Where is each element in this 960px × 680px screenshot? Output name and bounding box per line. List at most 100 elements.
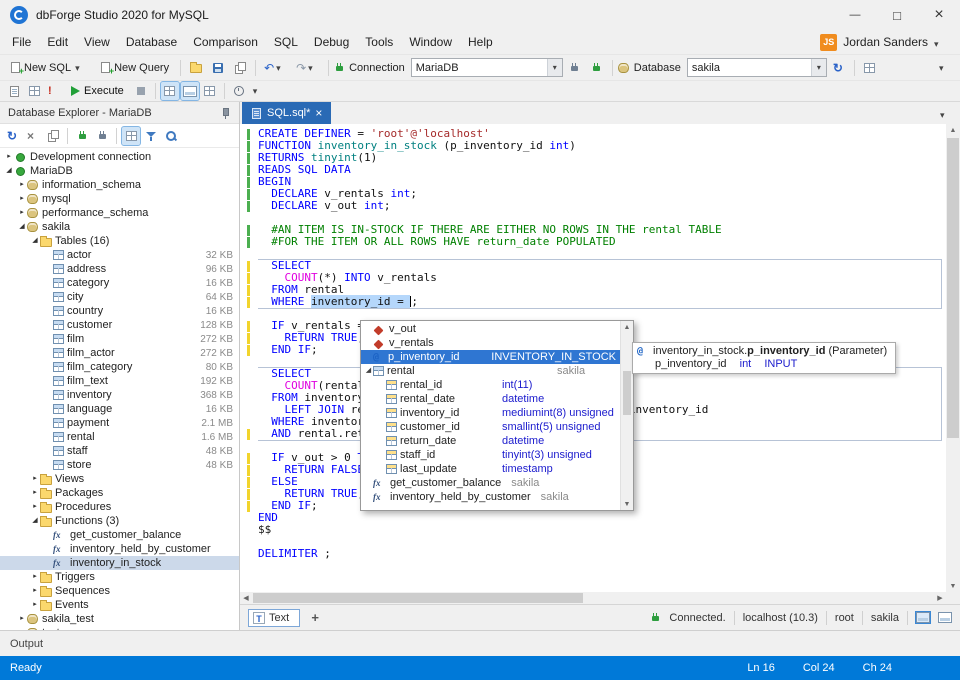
autocomplete-item-p_inventory_id[interactable]: p_inventory_idINVENTORY_IN_STOCK: [361, 350, 620, 364]
tab-sql-file[interactable]: SQL.sql*: [242, 102, 331, 124]
query-options-button[interactable]: [250, 82, 268, 100]
options-button[interactable]: [860, 58, 880, 78]
autocomplete-item-staff_id[interactable]: staff_idtinyint(3) unsigned: [361, 448, 620, 462]
toggle-outline-pane-button[interactable]: [201, 82, 219, 100]
tree-item-inventory-held-by-customer[interactable]: inventory_held_by_customer: [0, 542, 239, 556]
tree-item-address[interactable]: address96 KB: [0, 262, 239, 276]
document-outline-button[interactable]: [5, 82, 23, 100]
scroll-down-icon[interactable]: [621, 498, 633, 510]
tree-item-procedures[interactable]: ▸Procedures: [0, 500, 239, 514]
split-layout-button[interactable]: [938, 612, 952, 623]
tree-item-information-schema[interactable]: ▸information_schema: [0, 178, 239, 192]
add-view-button[interactable]: [308, 610, 322, 625]
tree-item-sakila[interactable]: ◢sakila: [0, 220, 239, 234]
menu-database[interactable]: Database: [118, 32, 185, 52]
tree-item-country[interactable]: country16 KB: [0, 304, 239, 318]
disconnect-button[interactable]: [93, 127, 111, 145]
menu-tools[interactable]: Tools: [357, 32, 401, 52]
menu-help[interactable]: Help: [460, 32, 501, 52]
scrollbar-thumb[interactable]: [947, 138, 959, 438]
refresh-database-button[interactable]: [829, 58, 849, 78]
tree-item-get-customer-balance[interactable]: get_customer_balance: [0, 528, 239, 542]
sql-editor[interactable]: CREATE DEFINER = 'root'@'localhost'FUNCT…: [240, 124, 960, 604]
scroll-up-icon[interactable]: [946, 124, 960, 136]
tree-item-inventory-in-stock[interactable]: inventory_in_stock: [0, 556, 239, 570]
save-button[interactable]: [208, 58, 228, 78]
pin-panel-button[interactable]: [215, 103, 235, 123]
combo-dropdown-icon[interactable]: [547, 59, 562, 76]
horizontal-scrollbar[interactable]: [240, 592, 946, 604]
maximize-button[interactable]: [876, 0, 918, 30]
toggle-editor-pane-button[interactable]: [181, 82, 199, 100]
menu-edit[interactable]: Edit: [39, 32, 76, 52]
minimize-button[interactable]: [834, 0, 876, 30]
close-tab-icon[interactable]: [315, 107, 322, 120]
show-options-toggle[interactable]: [122, 127, 140, 145]
tree-item-development-connection[interactable]: ▸Development connection: [0, 150, 239, 164]
scrollbar-thumb[interactable]: [623, 371, 631, 415]
new-query-button[interactable]: New Query: [95, 60, 175, 76]
tree-item-mariadb[interactable]: ◢MariaDB: [0, 164, 239, 178]
refresh-button[interactable]: [4, 127, 22, 145]
scrollbar-thumb[interactable]: [253, 593, 583, 603]
output-tab-label[interactable]: Output: [10, 638, 43, 650]
tree-item-store[interactable]: store48 KB: [0, 458, 239, 472]
tree-item-events[interactable]: ▸Events: [0, 598, 239, 612]
undo-button[interactable]: [261, 58, 291, 78]
autocomplete-item-v_out[interactable]: v_out: [361, 322, 620, 336]
autocomplete-item-inventory_id[interactable]: inventory_idmediumint(8) unsigned: [361, 406, 620, 420]
stop-refresh-button[interactable]: [24, 127, 42, 145]
tree-item-category[interactable]: category16 KB: [0, 276, 239, 290]
new-connection-button[interactable]: [565, 58, 585, 78]
query-history-button[interactable]: [230, 82, 248, 100]
scroll-up-icon[interactable]: [621, 321, 633, 333]
connection-combobox[interactable]: MariaDB: [411, 58, 563, 77]
autocomplete-item-v_rentals[interactable]: v_rentals: [361, 336, 620, 350]
output-panel[interactable]: Output: [0, 630, 960, 656]
tree-item-city[interactable]: city64 KB: [0, 290, 239, 304]
redo-button[interactable]: [293, 58, 323, 78]
tree-item-film-text[interactable]: film_text192 KB: [0, 374, 239, 388]
menu-file[interactable]: File: [4, 32, 39, 52]
tree-item-views[interactable]: ▸Views: [0, 472, 239, 486]
tree-item-sakila-test[interactable]: ▸sakila_test: [0, 612, 239, 626]
single-layout-button[interactable]: [916, 612, 930, 623]
tree-item-test[interactable]: ▸test: [0, 626, 239, 630]
filter-button[interactable]: [142, 127, 160, 145]
menu-window[interactable]: Window: [401, 32, 460, 52]
autocomplete-item-return_date[interactable]: return_datedatetime: [361, 434, 620, 448]
tree-item-language[interactable]: language16 KB: [0, 402, 239, 416]
menu-view[interactable]: View: [76, 32, 118, 52]
scroll-left-icon[interactable]: [240, 592, 252, 604]
tree-item-customer[interactable]: customer128 KB: [0, 318, 239, 332]
tree-item-sequences[interactable]: ▸Sequences: [0, 584, 239, 598]
autocomplete-item-last_update[interactable]: last_updatetimestamp: [361, 462, 620, 476]
layout-button[interactable]: [25, 82, 43, 100]
locate-object-button[interactable]: [162, 127, 180, 145]
tree-item-rental[interactable]: rental1.6 MB: [0, 430, 239, 444]
tree-item-packages[interactable]: ▸Packages: [0, 486, 239, 500]
autocomplete-item-get_customer_balance[interactable]: get_customer_balancesakila: [361, 476, 620, 490]
tree-item-film[interactable]: film272 KB: [0, 332, 239, 346]
autocomplete-item-rental_id[interactable]: rental_idint(11): [361, 378, 620, 392]
tree-item-payment[interactable]: payment2.1 MB: [0, 416, 239, 430]
tree-item-staff[interactable]: staff48 KB: [0, 444, 239, 458]
menu-sql[interactable]: SQL: [266, 32, 306, 52]
menu-debug[interactable]: Debug: [306, 32, 357, 52]
tree-item-functions-3-[interactable]: ◢Functions (3): [0, 514, 239, 528]
open-file-button[interactable]: [186, 58, 206, 78]
tree-item-triggers[interactable]: ▸Triggers: [0, 570, 239, 584]
edit-connection-button[interactable]: [587, 58, 607, 78]
close-button[interactable]: [918, 0, 960, 30]
text-view-button[interactable]: Text: [248, 609, 300, 627]
new-sql-button[interactable]: New SQL: [5, 60, 93, 76]
stop-button[interactable]: [132, 82, 150, 100]
tree-item-mysql[interactable]: ▸mysql: [0, 192, 239, 206]
duplicate-object-button[interactable]: [44, 127, 62, 145]
scroll-down-icon[interactable]: [946, 580, 960, 592]
toolbar-overflow-button[interactable]: [935, 58, 955, 78]
autocomplete-item-rental[interactable]: ◢rentalsakila: [361, 364, 620, 378]
tree-item-actor[interactable]: actor32 KB: [0, 248, 239, 262]
database-combobox[interactable]: sakila: [687, 58, 827, 77]
tree-item-performance-schema[interactable]: ▸performance_schema: [0, 206, 239, 220]
